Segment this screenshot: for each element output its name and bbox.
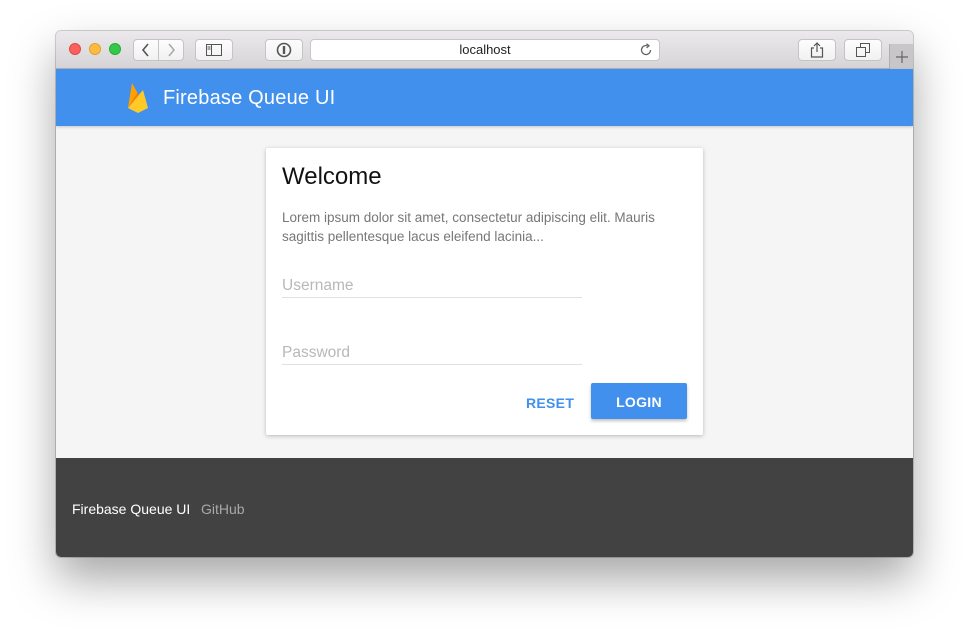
firebase-logo: [128, 83, 148, 113]
browser-toolbar: localhost: [56, 31, 913, 69]
back-button[interactable]: [133, 39, 159, 61]
reset-button[interactable]: RESET: [520, 384, 580, 420]
privacy-button[interactable]: [265, 39, 303, 61]
address-bar[interactable]: localhost: [310, 39, 660, 61]
share-button[interactable]: [798, 39, 836, 61]
share-icon: [810, 42, 824, 58]
github-link[interactable]: GitHub: [201, 501, 245, 517]
card-title: Welcome: [282, 163, 382, 190]
address-text: localhost: [459, 42, 511, 57]
privacy-icon: [276, 42, 292, 58]
browser-window: localhost Firebase Queue UI Welcome Lore…: [56, 31, 913, 557]
plus-icon: [895, 50, 908, 63]
reload-icon[interactable]: [639, 43, 653, 57]
app-header: Firebase Queue UI: [56, 69, 913, 126]
username-input[interactable]: [282, 277, 582, 295]
login-button[interactable]: LOGIN: [591, 383, 687, 419]
tabs-icon: [856, 43, 870, 57]
new-tab-button[interactable]: [889, 44, 913, 69]
tabs-overview-button[interactable]: [844, 39, 882, 61]
zoom-window-button[interactable]: [109, 43, 121, 55]
sidebar-toggle-button[interactable]: [195, 39, 233, 61]
forward-icon: [168, 43, 176, 57]
password-input[interactable]: [282, 344, 582, 362]
password-field: [282, 332, 582, 365]
minimize-window-button[interactable]: [89, 43, 101, 55]
login-card: Welcome Lorem ipsum dolor sit amet, cons…: [266, 148, 703, 435]
forward-button[interactable]: [158, 39, 184, 61]
app-title: Firebase Queue UI: [163, 87, 336, 109]
card-description: Lorem ipsum dolor sit amet, consectetur …: [282, 210, 655, 244]
back-icon: [141, 43, 149, 57]
page-footer: Firebase Queue UI GitHub: [56, 458, 913, 557]
footer-brand: Firebase Queue UI: [72, 501, 191, 517]
sidebar-icon: [206, 44, 222, 56]
username-field: [282, 265, 582, 298]
close-window-button[interactable]: [69, 43, 81, 55]
